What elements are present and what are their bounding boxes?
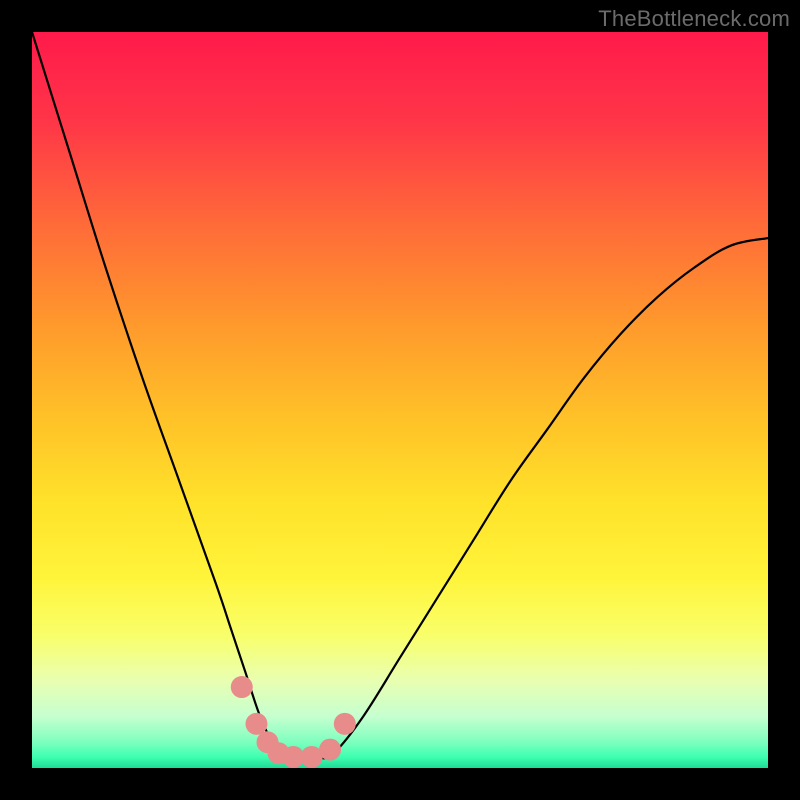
chart-frame: TheBottleneck.com (0, 0, 800, 800)
highlight-dot (334, 713, 356, 735)
highlight-dot (245, 713, 267, 735)
highlight-dot (231, 676, 253, 698)
chart-svg (32, 32, 768, 768)
highlight-dots (231, 676, 356, 768)
plot-area (32, 32, 768, 768)
watermark-text: TheBottleneck.com (598, 6, 790, 32)
highlight-dot (319, 739, 341, 761)
curve-line (32, 32, 768, 759)
